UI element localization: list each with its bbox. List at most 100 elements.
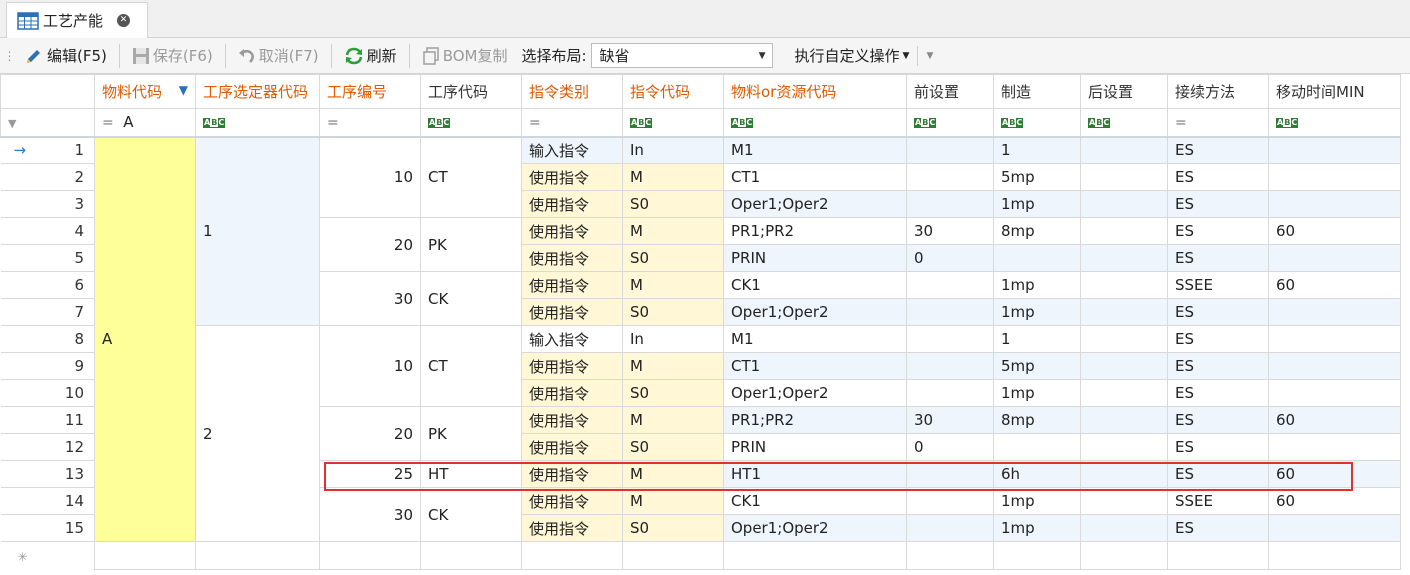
cell-instruction-category[interactable]: 使用指令 bbox=[521, 163, 623, 191]
cell-link-method[interactable]: ES bbox=[1167, 244, 1269, 272]
cell-link-method[interactable]: ES bbox=[1167, 190, 1269, 218]
close-icon[interactable]: ✕ bbox=[117, 14, 131, 27]
toolbar-grip-icon[interactable]: ⋮ bbox=[0, 49, 18, 63]
new-row-cell[interactable] bbox=[1080, 541, 1168, 570]
cell-selector-code[interactable]: 1 bbox=[195, 136, 320, 326]
new-row-cell[interactable] bbox=[906, 541, 994, 570]
cell-link-method[interactable]: ES bbox=[1167, 514, 1269, 542]
cell-manufacture[interactable]: 8mp bbox=[993, 217, 1081, 245]
cell-manufacture[interactable]: 1mp bbox=[993, 298, 1081, 326]
cell-instruction-category[interactable]: 输入指令 bbox=[521, 325, 623, 353]
filter-move-time[interactable]: ABC bbox=[1268, 108, 1401, 138]
abc-text-filter-icon[interactable]: ABC bbox=[1088, 117, 1111, 128]
new-row-cell[interactable] bbox=[993, 541, 1081, 570]
cell-instruction-code[interactable]: S0 bbox=[622, 244, 724, 272]
cell-link-method[interactable]: ES bbox=[1167, 298, 1269, 326]
cell-op-code[interactable]: CK bbox=[420, 487, 522, 542]
cell-instruction-category[interactable]: 使用指令 bbox=[521, 514, 623, 542]
cell-manufacture[interactable] bbox=[993, 433, 1081, 461]
tab-process-capacity[interactable]: 工艺产能 ✕ bbox=[6, 2, 148, 38]
cell-pre-setup[interactable]: 0 bbox=[906, 244, 994, 272]
cell-instruction-code[interactable]: M bbox=[622, 271, 724, 299]
cell-manufacture[interactable]: 1mp bbox=[993, 514, 1081, 542]
equals-operator-icon[interactable]: = bbox=[327, 115, 339, 131]
cell-link-method[interactable]: ES bbox=[1167, 406, 1269, 434]
cell-instruction-category[interactable]: 使用指令 bbox=[521, 271, 623, 299]
column-header-post-setup[interactable]: 后设置 bbox=[1080, 74, 1168, 109]
cell-instruction-category[interactable]: 输入指令 bbox=[521, 136, 623, 164]
cell-link-method[interactable]: ES bbox=[1167, 136, 1269, 164]
row-number[interactable]: 3 bbox=[0, 190, 95, 218]
cell-post-setup[interactable] bbox=[1080, 433, 1168, 461]
abc-text-filter-icon[interactable]: ABC bbox=[203, 117, 226, 128]
row-number[interactable]: 11 bbox=[0, 406, 95, 434]
cell-manufacture[interactable]: 5mp bbox=[993, 352, 1081, 380]
cell-resource-code[interactable]: CT1 bbox=[723, 163, 907, 191]
cell-resource-code[interactable]: Oper1;Oper2 bbox=[723, 379, 907, 407]
row-number[interactable]: 13 bbox=[0, 460, 95, 488]
filter-pre-setup[interactable]: ABC bbox=[906, 108, 994, 138]
row-number[interactable]: → 1 bbox=[0, 136, 95, 164]
cell-instruction-category[interactable]: 使用指令 bbox=[521, 460, 623, 488]
cell-instruction-code[interactable]: M bbox=[622, 217, 724, 245]
cell-op-code[interactable]: PK bbox=[420, 406, 522, 461]
cell-instruction-code[interactable]: S0 bbox=[622, 298, 724, 326]
new-row[interactable]: ✳ bbox=[0, 541, 1401, 570]
cancel-button[interactable]: 取消(F7) bbox=[232, 41, 325, 71]
column-header-move-time[interactable]: 移动时间MIN bbox=[1268, 74, 1401, 109]
equals-operator-icon[interactable]: = bbox=[1175, 115, 1187, 131]
cell-manufacture[interactable]: 8mp bbox=[993, 406, 1081, 434]
cell-manufacture[interactable]: 1 bbox=[993, 136, 1081, 164]
filter-funnel-icon[interactable]: ▼ bbox=[8, 117, 16, 130]
column-header-instruction-category[interactable]: 指令类别 bbox=[521, 74, 623, 109]
cell-instruction-code[interactable]: S0 bbox=[622, 379, 724, 407]
cell-resource-code[interactable]: Oper1;Oper2 bbox=[723, 190, 907, 218]
cell-op-code[interactable]: CK bbox=[420, 271, 522, 326]
column-header-selector-code[interactable]: 工序选定器代码 bbox=[195, 74, 320, 109]
filter-selector-code[interactable]: ABC bbox=[195, 108, 320, 138]
cell-selector-code[interactable]: 2 bbox=[195, 325, 320, 542]
cell-instruction-code[interactable]: M bbox=[622, 163, 724, 191]
cell-pre-setup[interactable] bbox=[906, 190, 994, 218]
column-header-instruction-code[interactable]: 指令代码 bbox=[622, 74, 724, 109]
row-number[interactable]: 2 bbox=[0, 163, 95, 191]
cell-op-code[interactable]: PK bbox=[420, 217, 522, 272]
row-number[interactable]: 15 bbox=[0, 514, 95, 542]
cell-resource-code[interactable]: M1 bbox=[723, 325, 907, 353]
column-header-pre-setup[interactable]: 前设置 bbox=[906, 74, 994, 109]
cell-resource-code[interactable]: HT1 bbox=[723, 460, 907, 488]
cell-manufacture[interactable]: 6h bbox=[993, 460, 1081, 488]
row-number[interactable]: 14 bbox=[0, 487, 95, 515]
row-number[interactable]: 7 bbox=[0, 298, 95, 326]
filter-instruction-category[interactable]: = bbox=[521, 108, 623, 138]
cell-post-setup[interactable] bbox=[1080, 460, 1168, 488]
filter-material-code[interactable]: = A bbox=[94, 108, 196, 138]
cell-manufacture[interactable]: 1mp bbox=[993, 190, 1081, 218]
cell-instruction-category[interactable]: 使用指令 bbox=[521, 190, 623, 218]
cell-manufacture[interactable]: 1 bbox=[993, 325, 1081, 353]
cell-resource-code[interactable]: M1 bbox=[723, 136, 907, 164]
custom-operations-button[interactable]: 执行自定义操作 ▼ ▼ bbox=[795, 45, 933, 66]
cell-pre-setup[interactable] bbox=[906, 271, 994, 299]
table-row[interactable]: 8 2 10 CT 输入指令 In M1 1 ES bbox=[0, 325, 1401, 542]
row-number[interactable]: 5 bbox=[0, 244, 95, 272]
cell-manufacture[interactable]: 1mp bbox=[993, 271, 1081, 299]
new-row-cell[interactable] bbox=[195, 541, 320, 570]
cell-post-setup[interactable] bbox=[1080, 379, 1168, 407]
cell-op-number[interactable]: 10 bbox=[319, 136, 421, 218]
cell-move-time[interactable] bbox=[1268, 136, 1401, 164]
cell-post-setup[interactable] bbox=[1080, 298, 1168, 326]
cell-instruction-category[interactable]: 使用指令 bbox=[521, 352, 623, 380]
equals-operator-icon[interactable]: = bbox=[529, 115, 541, 131]
column-header-op-number[interactable]: 工序编号 bbox=[319, 74, 421, 109]
cell-resource-code[interactable]: Oper1;Oper2 bbox=[723, 514, 907, 542]
cell-resource-code[interactable]: CK1 bbox=[723, 487, 907, 515]
cell-op-number[interactable]: 20 bbox=[319, 217, 421, 272]
cell-move-time[interactable]: 60 bbox=[1268, 217, 1401, 245]
cell-post-setup[interactable] bbox=[1080, 406, 1168, 434]
cell-pre-setup[interactable] bbox=[906, 379, 994, 407]
filter-instruction-code[interactable]: ABC bbox=[622, 108, 724, 138]
cell-resource-code[interactable]: PR1;PR2 bbox=[723, 406, 907, 434]
refresh-button[interactable]: 刷新 bbox=[338, 41, 403, 71]
column-header-resource-code[interactable]: 物料or资源代码 bbox=[723, 74, 907, 109]
